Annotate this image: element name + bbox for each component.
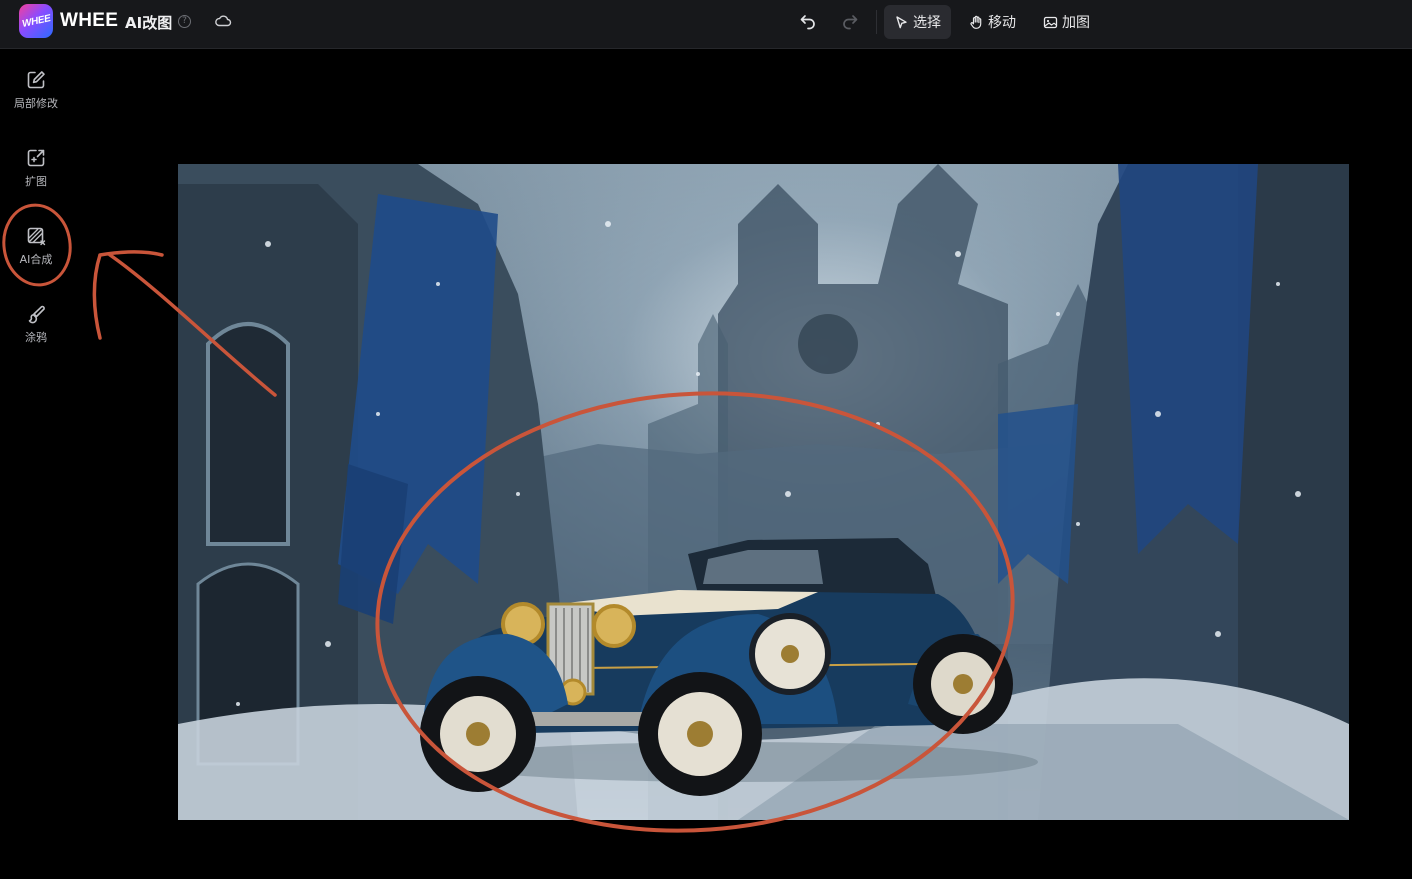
sidebar-item-label: AI合成 [19, 253, 53, 266]
cloud-icon[interactable] [214, 13, 232, 29]
add-image-tool-button[interactable]: 加图 [1033, 5, 1100, 39]
snowy-castle-scene [178, 164, 1349, 820]
select-tool-button[interactable]: 选择 [884, 5, 951, 39]
sidebar-item-label: 涂鸦 [25, 331, 47, 344]
sidebar-item-local-edit[interactable]: 局部修改 [0, 63, 72, 127]
logo-text: WHEE [20, 12, 52, 30]
brand-name: WHEE [60, 10, 119, 31]
select-tool-label: 选择 [913, 15, 941, 31]
whee-logo[interactable]: WHEE [19, 4, 53, 38]
left-sidebar: 局部修改 扩图 AI合成 涂鸦 [0, 49, 72, 879]
sidebar-item-label: 扩图 [25, 175, 47, 188]
undo-icon[interactable] [799, 12, 817, 30]
hand-icon [970, 15, 982, 29]
sidebar-item-doodle[interactable]: 涂鸦 [0, 297, 72, 361]
sidebar-item-label: 局部修改 [14, 97, 58, 110]
page-title: AI改图 [125, 14, 173, 32]
edit-icon [27, 71, 45, 89]
app-window: WHEE WHEE AI改图 ? 选择 移动 加图 局部修改 扩图 AI合成 涂… [0, 0, 1412, 879]
canvas-image[interactable] [178, 164, 1349, 820]
sidebar-item-expand[interactable]: 扩图 [0, 141, 72, 205]
image-plus-icon [1043, 16, 1058, 28]
ai-compose-icon [27, 227, 46, 246]
expand-image-icon [27, 149, 45, 167]
sidebar-item-ai-compose[interactable]: AI合成 [0, 219, 72, 283]
question-circle-icon[interactable]: ? [178, 15, 191, 28]
top-bar: WHEE WHEE AI改图 ? 选择 移动 加图 [0, 0, 1412, 49]
brush-icon [28, 305, 45, 324]
move-tool-label: 移动 [988, 15, 1016, 31]
redo-icon[interactable] [841, 12, 859, 30]
toolbar-divider [876, 10, 877, 34]
add-image-tool-label: 加图 [1062, 15, 1090, 31]
cursor-icon [896, 15, 907, 28]
move-tool-button[interactable]: 移动 [959, 5, 1026, 39]
